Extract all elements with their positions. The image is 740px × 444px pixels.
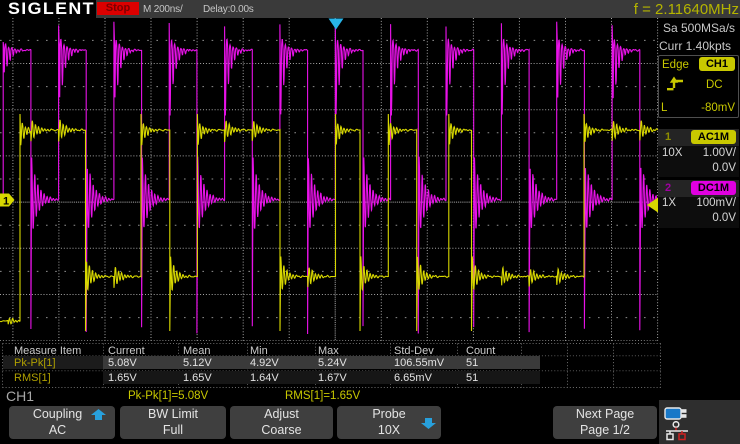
svg-text:1: 1 bbox=[3, 196, 9, 208]
